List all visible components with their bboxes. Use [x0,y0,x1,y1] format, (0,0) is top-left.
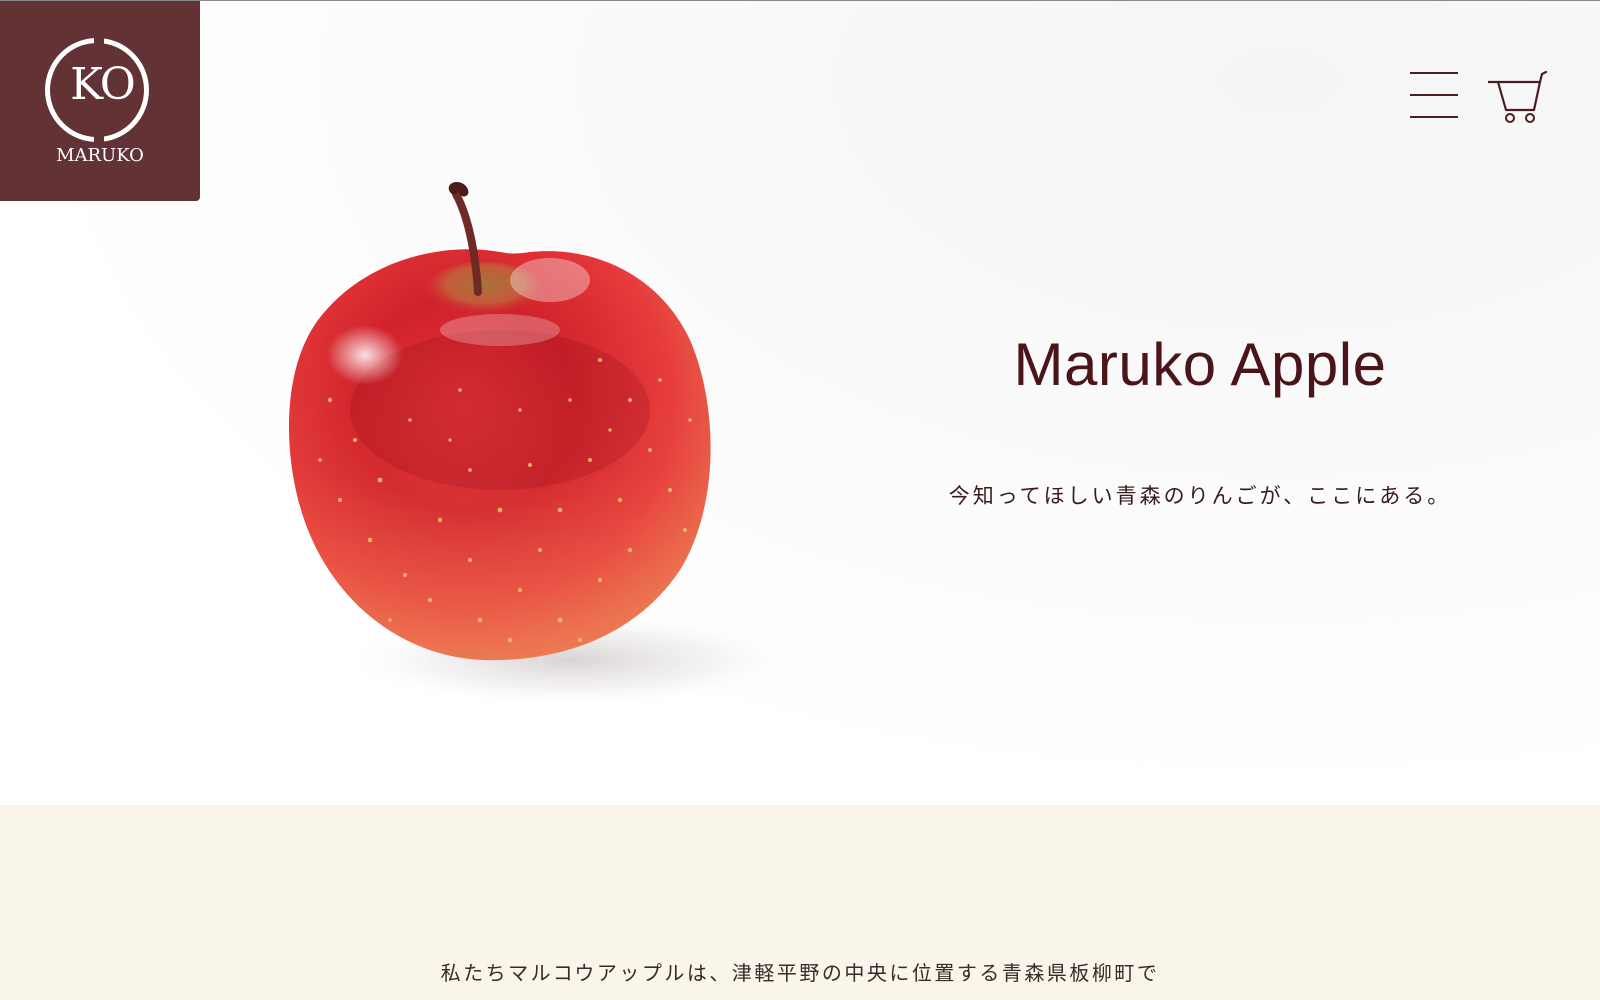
logo-wordmark: MARUKO [56,145,144,166]
hamburger-menu-button[interactable] [1408,70,1460,120]
shopping-cart-icon [1488,70,1548,123]
intro-text: 私たちマルコウアップルは、津軽平野の中央に位置する青森県板柳町で [440,961,1160,985]
intro-section: 私たちマルコウアップルは、津軽平野の中央に位置する青森県板柳町で [0,805,1600,1000]
logo-mark: KO [70,59,136,110]
apple-image [270,180,800,740]
cart-button[interactable] [1486,68,1548,124]
maruko-logo[interactable]: KO MARUKO [0,1,200,201]
top-border [0,0,1600,1]
logo-ring-gap-top [94,34,104,44]
hero-subtitle: 今知ってほしい青森のりんごが、ここにある。 [948,484,1452,508]
page: Maruko Apple 今知ってほしい青森のりんごが、ここにある。 KO MA… [0,0,1600,1000]
hero-section: Maruko Apple 今知ってほしい青森のりんごが、ここにある。 [0,0,1600,805]
hero-title: Maruko Apple [1013,331,1387,398]
